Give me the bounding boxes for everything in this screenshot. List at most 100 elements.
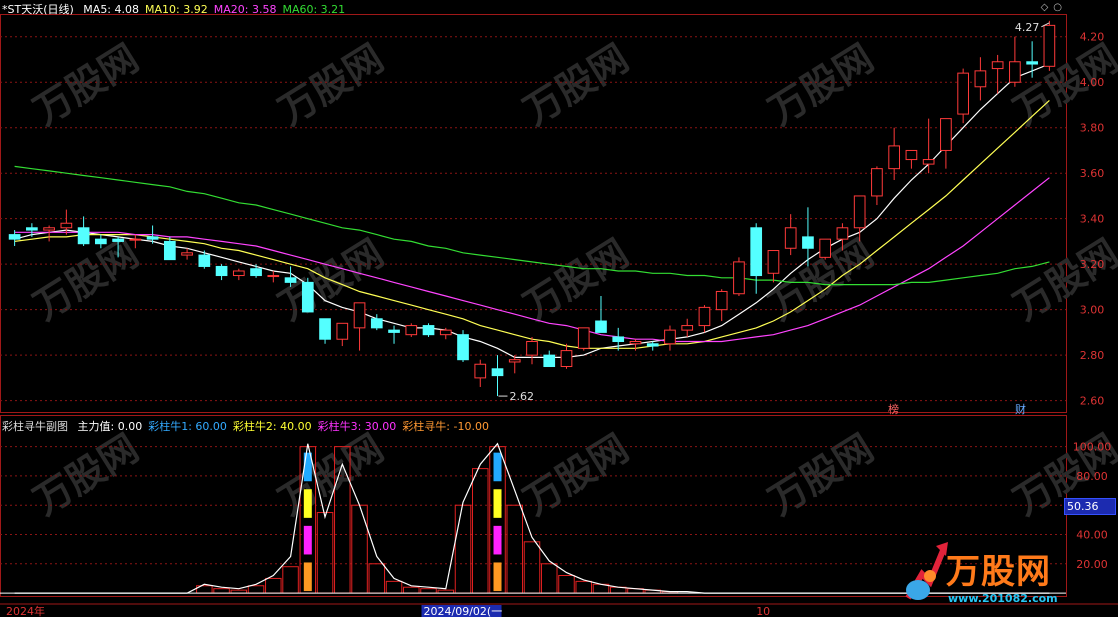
candle-body: [612, 336, 625, 342]
indicator-bar: [540, 563, 558, 594]
candle-body: [767, 250, 780, 274]
candle-body: [60, 222, 73, 229]
candle-body: [198, 254, 211, 267]
indicator-bar: [403, 586, 420, 594]
candle-body: [301, 281, 314, 313]
candle-body: [750, 227, 763, 277]
candle-body: [77, 227, 90, 245]
watermark-text: 万股网: [25, 230, 146, 329]
ma-label-3: MA60: 3.21: [282, 3, 346, 16]
diamond-icon[interactable]: ◇: [1041, 2, 1049, 13]
candle-body: [526, 340, 538, 356]
candle-body: [129, 238, 142, 241]
indicator-bar: [385, 580, 403, 594]
indicator-bar: [351, 504, 368, 594]
date-label-month: 10: [756, 605, 770, 617]
candle-body: [26, 227, 38, 231]
watermark-text: 万股网: [515, 425, 636, 524]
candle-body: [802, 236, 814, 249]
sub-indicator-label-1: 彩柱牛1: 60.00: [148, 420, 227, 433]
candle-body: [1009, 61, 1021, 83]
low-price-label: 2.62: [510, 390, 534, 403]
stock-title[interactable]: *ST天沃(日线): [2, 3, 74, 16]
ma-label-2: MA20: 3.58: [213, 3, 277, 16]
price-tick-label: 3.60: [1080, 167, 1105, 180]
color-column-segment: [493, 562, 502, 592]
candle-body: [353, 302, 366, 329]
indicator-bar: [265, 577, 282, 594]
color-column-segment: [493, 452, 502, 482]
candle-body: [474, 363, 487, 379]
watermark-text: 万股网: [760, 425, 881, 524]
sub-indicator-label-0: 主力值: 0.00: [77, 420, 143, 433]
candle-body: [267, 275, 280, 278]
sub-tick-label: 100.00: [1073, 441, 1112, 454]
candle-body: [336, 322, 349, 340]
color-column-segment: [303, 489, 312, 518]
candle-body: [1043, 24, 1056, 67]
candle-body: [577, 327, 590, 349]
sub-indicator-legend: 主力值: 0.00 彩柱牛1: 60.00 彩柱牛2: 40.00 彩柱牛3: 30.…: [78, 420, 495, 433]
candle-body: [457, 334, 469, 361]
sub-indicator-label-3: 彩柱牛3: 30.00: [317, 420, 397, 433]
price-tick-label: 3.40: [1080, 213, 1105, 226]
sub-indicator-label-2: 彩柱牛2: 40.00: [232, 420, 312, 433]
candle-body: [491, 368, 504, 377]
candle-body: [422, 325, 435, 336]
watermark-text: 万股网: [25, 35, 146, 134]
date-label-start: 2024年: [6, 604, 45, 617]
current-value-tag: 50.36: [1064, 498, 1116, 515]
color-column-segment: [303, 525, 312, 555]
candle-body: [957, 72, 969, 115]
price-tick-label: 3.80: [1080, 122, 1105, 135]
candle-body: [1026, 61, 1038, 65]
flag-cai[interactable]: 财: [1013, 401, 1028, 417]
candle-body: [163, 240, 176, 261]
candle-body: [543, 354, 556, 368]
sub-chart-header: 彩柱寻牛副图 主力值: 0.00 彩柱牛1: 60.00 彩柱牛2: 40.00 彩柱…: [2, 418, 501, 434]
indicator-bar: [506, 504, 524, 594]
indicator-bar: [420, 588, 437, 594]
candle-body: [629, 340, 642, 345]
indicator-bar: [368, 563, 386, 594]
watermark-text: 万股网: [270, 425, 391, 524]
circle-icon[interactable]: ○: [1053, 2, 1062, 13]
price-tick-label: 3.00: [1080, 304, 1105, 317]
candle-body: [836, 227, 849, 240]
candle-body: [439, 329, 452, 336]
candle-body: [974, 70, 987, 88]
chart-canvas[interactable]: 万股网 万股网 万股网 万股网 万股网万股网 万股网 万股网 万股网 万股网万股网 万股网 万股网万…: [0, 0, 1118, 617]
candle-body: [664, 329, 676, 345]
indicator-bar: [523, 541, 541, 594]
candle-body: [146, 236, 159, 240]
candle-body: [853, 195, 866, 229]
candle-body: [370, 318, 383, 329]
watermark-text: 万股网: [25, 425, 146, 524]
price-tick-label: 4.20: [1080, 31, 1105, 44]
candle-body: [922, 159, 935, 165]
price-tick-label: 3.20: [1080, 258, 1105, 271]
indicator-bar: [472, 468, 489, 594]
sub-chart-title[interactable]: 彩柱寻牛副图: [2, 420, 68, 433]
sub-tick-label: 80.00: [1076, 470, 1108, 483]
candle-body: [646, 343, 659, 347]
price-tick-label: 2.60: [1080, 395, 1105, 408]
price-tick-label: 4.00: [1080, 76, 1105, 89]
main-chart-header: *ST天沃(日线) MA5: 4.08 MA10: 3.92 MA20: 3.58 M…: [2, 1, 357, 17]
candle-body: [8, 234, 21, 240]
indicator-line: [14, 442, 1050, 594]
corner-icons: ◇ ○: [1036, 2, 1062, 13]
candle-body: [232, 270, 245, 277]
candle-body: [819, 238, 832, 258]
indicator-bar: [213, 588, 230, 594]
flag-bang[interactable]: 榜: [886, 401, 901, 417]
ma-line-ma60: [14, 165, 1050, 286]
indicator-bar: [316, 512, 334, 594]
candle-body: [784, 227, 797, 249]
candle-body: [595, 320, 607, 333]
brand-url: www.201082.com: [948, 592, 1058, 605]
candle-body: [250, 268, 262, 277]
indicator-bar: [558, 575, 575, 594]
brand-name: 万股网: [946, 552, 1051, 592]
candle-body: [681, 325, 694, 331]
